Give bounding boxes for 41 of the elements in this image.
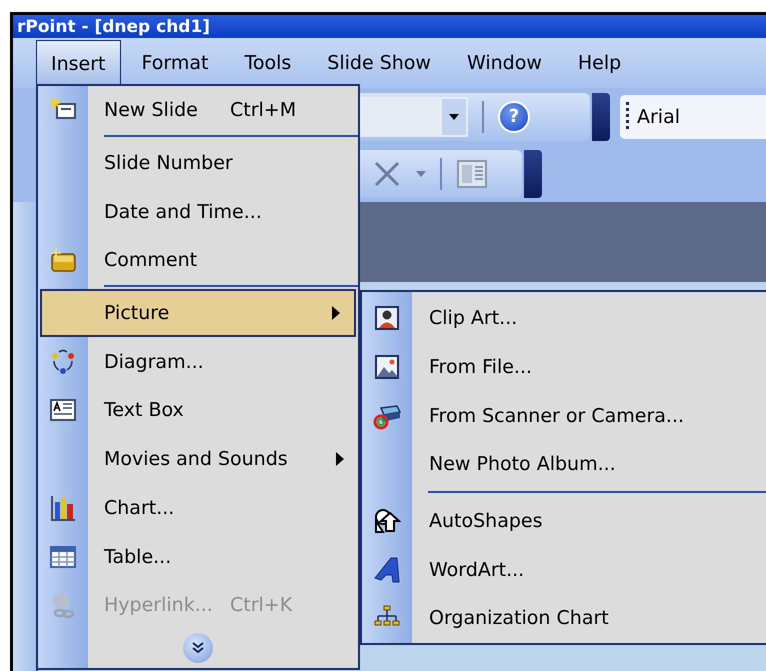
caret-icon — [449, 114, 459, 120]
dropdown-button[interactable] — [442, 98, 466, 134]
window-title: rPoint - [dnep chd1] — [17, 16, 210, 36]
double-chevron-icon — [191, 640, 205, 655]
menu-item[interactable]: Comment — [38, 236, 358, 285]
expand-menu-button[interactable] — [183, 632, 213, 663]
menu-bar-item[interactable]: Format — [126, 39, 224, 87]
menu-item[interactable]: Picture — [40, 288, 356, 338]
menu-item[interactable]: WordArt... — [362, 545, 766, 594]
menu-item[interactable]: Diagram... — [38, 337, 358, 386]
menu-item[interactable]: From File... — [362, 342, 766, 392]
slanted-wedge-icon — [373, 556, 401, 584]
submenu-arrow-icon — [336, 452, 344, 466]
font-name-field[interactable]: Arial — [620, 94, 766, 138]
shapes-icon — [373, 507, 401, 536]
font-name: Arial — [637, 106, 680, 128]
menu-bar-item[interactable]: Tools — [229, 39, 306, 87]
menu-item[interactable]: New Photo Album... — [362, 440, 766, 489]
menu-item[interactable]: Text Box — [38, 386, 358, 435]
circular-dots-icon — [49, 348, 77, 376]
menu-item[interactable]: From Scanner or Camera... — [362, 391, 766, 440]
note-icon — [49, 246, 77, 274]
menu-item[interactable]: Organization Chart — [362, 594, 766, 643]
caret-icon[interactable] — [416, 170, 426, 176]
menu-item[interactable]: New Slide Ctrl+M — [38, 86, 358, 135]
landscape-picture-icon — [373, 353, 401, 382]
menu-item[interactable]: Slide Number — [38, 138, 358, 188]
menu-bar-item[interactable]: Window — [452, 39, 557, 87]
menu-item[interactable]: Table... — [38, 532, 358, 581]
combo-field[interactable] — [360, 96, 468, 136]
bar-chart-icon — [49, 494, 77, 522]
menu-item[interactable]: Clip Art... — [362, 294, 766, 343]
menu-bar-item[interactable]: Help — [562, 39, 636, 87]
menu-item[interactable]: AutoShapes — [362, 496, 766, 546]
person-frame-icon — [373, 304, 401, 332]
menu-bar-item[interactable]: Slide Show — [312, 39, 446, 87]
submenu-arrow-icon — [332, 306, 340, 320]
menu-item[interactable]: Date and Time... — [38, 187, 358, 236]
layout-icon[interactable] — [456, 158, 488, 190]
menu-item[interactable]: Chart... — [38, 484, 358, 532]
menu-item[interactable]: Movies and Sounds — [38, 434, 358, 484]
